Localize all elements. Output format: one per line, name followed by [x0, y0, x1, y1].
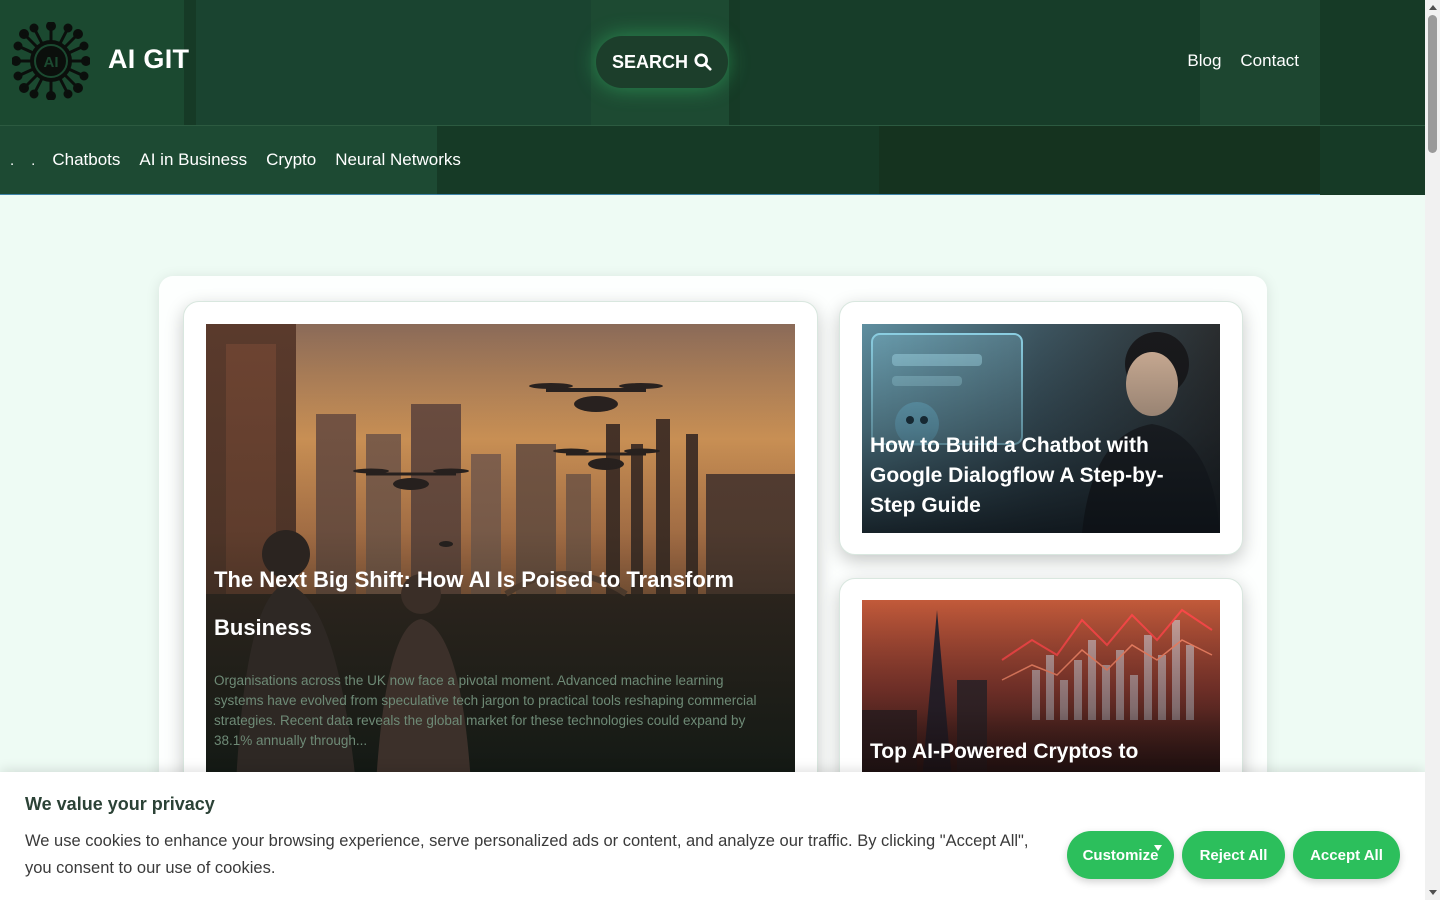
category-link-crypto[interactable]: Crypto [266, 150, 316, 170]
featured-article-excerpt: Organisations across the UK now face a p… [214, 673, 757, 748]
scroll-up-arrow-icon[interactable] [1429, 5, 1437, 10]
category-nav: . . Chatbots AI in Business Crypto Neura… [10, 150, 461, 170]
category-bar: . . Chatbots AI in Business Crypto Neura… [0, 125, 1425, 195]
svg-text:AI: AI [44, 54, 59, 71]
nav-link-contact[interactable]: Contact [1240, 51, 1299, 71]
scroll-down-arrow-icon[interactable] [1429, 890, 1437, 895]
nav-dot[interactable]: . [31, 152, 35, 169]
ai-chip-logo-icon: AI [11, 21, 91, 101]
category-link-neural-networks[interactable]: Neural Networks [335, 150, 461, 170]
header-panel [196, 0, 591, 125]
accept-all-button[interactable]: Accept All [1293, 831, 1400, 879]
reject-all-button[interactable]: Reject All [1182, 831, 1285, 879]
customize-button[interactable]: Customize [1067, 831, 1174, 879]
cookie-banner-heading: We value your privacy [25, 794, 215, 814]
top-nav: Blog Contact [1187, 51, 1299, 71]
cookie-banner-text: We use cookies to enhance your browsing … [25, 832, 1029, 877]
featured-article-title[interactable]: The Next Big Shift: How AI Is Poised to … [214, 556, 774, 652]
search-button[interactable]: SEARCH [596, 36, 728, 88]
divider [0, 194, 1320, 195]
scrollbar-thumb[interactable] [1428, 15, 1437, 153]
site-logo[interactable]: AI [11, 21, 91, 101]
side-article-title[interactable]: How to Build a Chatbot with Google Dialo… [870, 431, 1200, 521]
site-title[interactable]: AI GIT [108, 44, 189, 75]
nav-dot[interactable]: . [10, 152, 14, 169]
cookie-consent-banner: We value your privacy We use cookies to … [0, 772, 1425, 900]
category-link-ai-in-business[interactable]: AI in Business [139, 150, 247, 170]
nav-link-blog[interactable]: Blog [1187, 51, 1221, 71]
caret-down-icon [1154, 845, 1162, 851]
site-header: AI AI GIT SEARCH Blog Contact [0, 0, 1425, 125]
vertical-scrollbar[interactable] [1425, 0, 1440, 900]
search-icon [694, 53, 712, 71]
side-article-title[interactable]: Top AI-Powered Cryptos to [870, 737, 1200, 767]
search-label: SEARCH [611, 51, 688, 72]
header-panel [740, 0, 1200, 125]
category-link-chatbots[interactable]: Chatbots [52, 150, 120, 170]
